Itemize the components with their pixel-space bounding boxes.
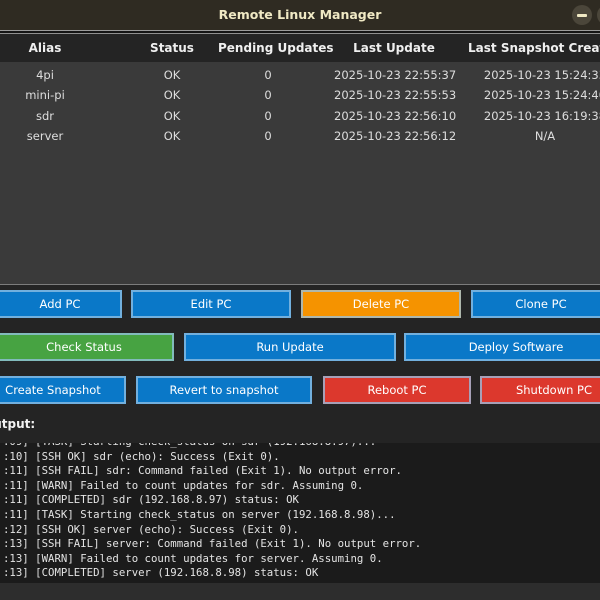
log-line: :11] [TASK] Starting check_status on ser… (3, 507, 396, 521)
cell-status: OK (163, 128, 181, 143)
cell-status: OK (163, 108, 181, 123)
cell-last_update: 2025-10-23 22:56:12 (334, 128, 457, 143)
table-row[interactable]: sdr OK 0 2025-10-23 22:56:10 2025-10-23 16:1… (0, 106, 600, 126)
cell-alias: sdr (35, 108, 55, 123)
minimize-icon (577, 14, 587, 17)
log-line: :11] [COMPLETED] sdr (192.168.8.97) stat… (3, 493, 299, 507)
cell-last_snapshot: 2025-10-23 15:24:40 (483, 88, 600, 103)
cell-pending: 0 (264, 108, 272, 123)
cell-last_update: 2025-10-23 22:55:37 (334, 68, 457, 82)
minimize-button[interactable] (572, 5, 592, 25)
log-line: :11] [SSH FAIL] sdr: Command failed (Exi… (3, 464, 402, 478)
log-output[interactable]: :09] [TASK] Starting check_status on sdr… (0, 443, 600, 583)
column-header-status[interactable]: Status (127, 34, 217, 62)
cell-alias: server (26, 128, 64, 143)
app-window: Remote Linux Manager Alias Status Pending … (0, 0, 600, 600)
log-line: :13] [SSH FAIL] server: Command failed (… (3, 537, 422, 551)
table-row[interactable]: 4pi OK 0 2025-10-23 22:55:37 2025-10-23 15:2… (0, 65, 600, 85)
column-header-pending-updates[interactable]: Pending Updates (218, 34, 334, 62)
edit-pc-button[interactable]: Edit PC (131, 290, 291, 318)
log-line: :10] [SSH OK] sdr (echo): Success (Exit … (3, 449, 280, 463)
reboot-pc-button[interactable]: Reboot PC (323, 376, 471, 404)
shutdown-pc-button[interactable]: Shutdown PC (480, 376, 600, 404)
table-row[interactable]: server OK 0 2025-10-23 22:56:12 N/A (0, 126, 600, 146)
column-header-last-update[interactable]: Last Update (334, 34, 454, 62)
delete-pc-button[interactable]: Delete PC (301, 290, 461, 318)
add-pc-button[interactable]: Add PC (0, 290, 122, 318)
cell-last_snapshot: N/A (534, 128, 556, 143)
output-label: Output: (0, 417, 36, 431)
log-line: :11] [WARN] Failed to count updates for … (3, 478, 364, 492)
cell-alias: 4pi (36, 68, 54, 82)
table-row[interactable]: mini-pi OK 0 2025-10-23 22:55:53 2025-10-23 … (0, 85, 600, 105)
window-title: Remote Linux Manager (218, 7, 382, 22)
log-line: :13] [COMPLETED] server (192.168.8.98) s… (3, 566, 319, 580)
table-header: Alias Status Pending Updates Last Update Las… (0, 34, 600, 62)
titlebar: Remote Linux Manager (0, 0, 600, 30)
run-update-button[interactable]: Run Update (184, 333, 396, 361)
pc-table[interactable]: 4pi OK 0 2025-10-23 22:55:37 2025-10-23 15:2… (0, 62, 600, 284)
log-lines: :09] [TASK] Starting check_status on sdr… (0, 443, 600, 581)
cell-status: OK (163, 88, 181, 103)
column-header-last-snapshot-created[interactable]: Last Snapshot Created (465, 34, 600, 62)
revert-snapshot-button[interactable]: Revert to snapshot (136, 376, 312, 404)
cell-pending: 0 (264, 68, 272, 82)
check-status-button[interactable]: Check Status (0, 333, 174, 361)
cell-pending: 0 (264, 88, 272, 103)
cell-last_snapshot: 2025-10-23 16:19:38 (483, 108, 600, 123)
cell-last_update: 2025-10-23 22:55:53 (334, 88, 457, 103)
log-line: :09] [TASK] Starting check_status on sdr… (3, 443, 600, 450)
cell-pending: 0 (264, 128, 272, 143)
window-bottom-strip (0, 583, 600, 600)
cell-last_update: 2025-10-23 22:56:10 (334, 108, 457, 123)
column-header-alias[interactable]: Alias (0, 34, 90, 62)
log-line: :13] [WARN] Failed to count updates for … (3, 551, 383, 565)
button-panel: Add PC Edit PC Delete PC Clone PC Check … (0, 285, 600, 443)
clone-pc-button[interactable]: Clone PC (471, 290, 600, 318)
deploy-software-button[interactable]: Deploy Software (404, 333, 600, 361)
cell-alias: mini-pi (25, 88, 65, 103)
cell-last_snapshot: 2025-10-23 15:24:33 (483, 68, 600, 82)
cell-status: OK (163, 68, 181, 82)
create-snapshot-button[interactable]: Create Snapshot (0, 376, 126, 404)
log-line: :12] [SSH OK] server (echo): Success (Ex… (3, 522, 299, 536)
